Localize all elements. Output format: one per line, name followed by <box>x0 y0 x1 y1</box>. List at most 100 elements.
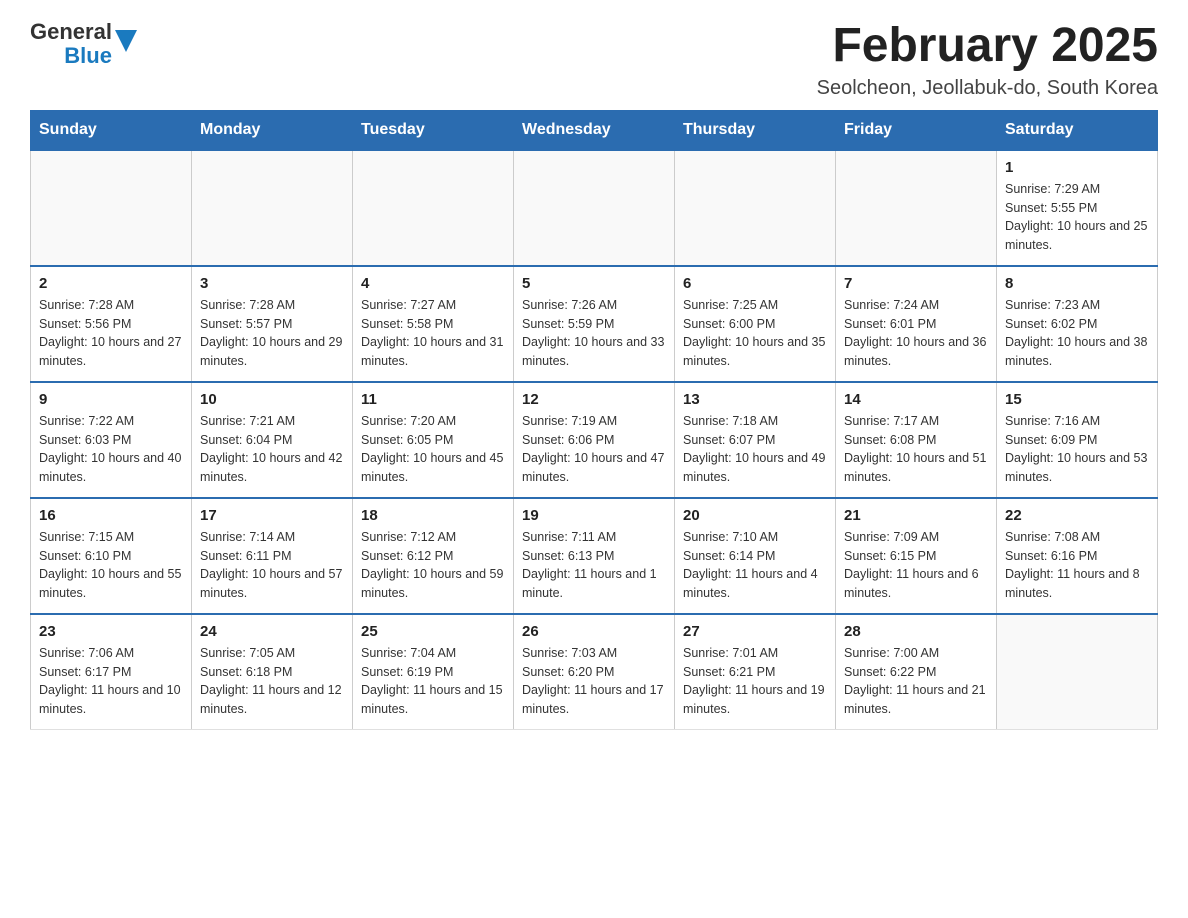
calendar-cell: 17 Sunrise: 7:14 AMSunset: 6:11 PMDayligh… <box>192 498 353 614</box>
calendar-cell: 7Sunrise: 7:24 AMSunset: 6:01 PMDaylight… <box>836 266 997 382</box>
col-header-saturday: Saturday <box>997 110 1158 150</box>
day-number: 8 <box>1005 275 1149 292</box>
calendar-cell: 26 Sunrise: 7:03 AMSunset: 6:20 PMDayligh… <box>514 614 675 730</box>
day-info: Sunrise: 7:26 AMSunset: 5:59 PMDaylight:… <box>522 296 666 371</box>
location-subtitle: Seolcheon, Jeollabuk-do, South Korea <box>817 77 1158 100</box>
day-number: 1 <box>1005 159 1149 176</box>
logo-general-text: General <box>30 20 112 44</box>
day-number: 4 <box>361 275 505 292</box>
calendar-cell <box>192 150 353 266</box>
day-number: 26 <box>522 623 666 640</box>
day-number: 25 <box>361 623 505 640</box>
calendar-cell: 4 Sunrise: 7:27 AMSunset: 5:58 PMDaylight… <box>353 266 514 382</box>
day-number: 24 <box>200 623 344 640</box>
calendar-cell: 19 Sunrise: 7:11 AMSunset: 6:13 PMDayligh… <box>514 498 675 614</box>
day-info: Sunrise: 7:28 AMSunset: 5:57 PMDaylight:… <box>200 296 344 371</box>
calendar-cell <box>31 150 192 266</box>
day-info: Sunrise: 7:17 AMSunset: 6:08 PMDaylight:… <box>844 412 988 487</box>
day-info: Sunrise: 7:15 AMSunset: 6:10 PMDaylight:… <box>39 528 183 603</box>
day-info: Sunrise: 7:03 AMSunset: 6:20 PMDaylight:… <box>522 644 666 719</box>
calendar-cell <box>836 150 997 266</box>
day-number: 18 <box>361 507 505 524</box>
calendar-cell: 2 Sunrise: 7:28 AMSunset: 5:56 PMDaylight… <box>31 266 192 382</box>
calendar-cell: 22 Sunrise: 7:08 AMSunset: 6:16 PMDayligh… <box>997 498 1158 614</box>
calendar-week-row: 2 Sunrise: 7:28 AMSunset: 5:56 PMDaylight… <box>31 266 1158 382</box>
day-info: Sunrise: 7:22 AMSunset: 6:03 PMDaylight:… <box>39 412 183 487</box>
day-info: Sunrise: 7:28 AMSunset: 5:56 PMDaylight:… <box>39 296 183 371</box>
calendar-cell: 28Sunrise: 7:00 AMSunset: 6:22 PMDayligh… <box>836 614 997 730</box>
day-number: 5 <box>522 275 666 292</box>
month-title: February 2025 <box>817 20 1158 73</box>
day-number: 23 <box>39 623 183 640</box>
day-number: 2 <box>39 275 183 292</box>
calendar-cell: 3 Sunrise: 7:28 AMSunset: 5:57 PMDaylight… <box>192 266 353 382</box>
day-info: Sunrise: 7:05 AMSunset: 6:18 PMDaylight:… <box>200 644 344 719</box>
day-info: Sunrise: 7:29 AMSunset: 5:55 PMDaylight:… <box>1005 180 1149 255</box>
day-number: 27 <box>683 623 827 640</box>
day-number: 14 <box>844 391 988 408</box>
calendar-week-row: 9 Sunrise: 7:22 AMSunset: 6:03 PMDaylight… <box>31 382 1158 498</box>
calendar-cell: 11 Sunrise: 7:20 AMSunset: 6:05 PMDayligh… <box>353 382 514 498</box>
day-info: Sunrise: 7:08 AMSunset: 6:16 PMDaylight:… <box>1005 528 1149 603</box>
col-header-monday: Monday <box>192 110 353 150</box>
day-number: 17 <box>200 507 344 524</box>
day-info: Sunrise: 7:20 AMSunset: 6:05 PMDaylight:… <box>361 412 505 487</box>
calendar-cell: 25 Sunrise: 7:04 AMSunset: 6:19 PMDayligh… <box>353 614 514 730</box>
day-number: 3 <box>200 275 344 292</box>
col-header-friday: Friday <box>836 110 997 150</box>
day-number: 21 <box>844 507 988 524</box>
logo-blue-text: Blue <box>64 44 112 68</box>
calendar-header-row: SundayMondayTuesdayWednesdayThursdayFrid… <box>31 110 1158 150</box>
day-number: 22 <box>1005 507 1149 524</box>
calendar-cell <box>514 150 675 266</box>
day-info: Sunrise: 7:21 AMSunset: 6:04 PMDaylight:… <box>200 412 344 487</box>
title-block: February 2025 Seolcheon, Jeollabuk-do, S… <box>817 20 1158 100</box>
calendar-cell: 10 Sunrise: 7:21 AMSunset: 6:04 PMDayligh… <box>192 382 353 498</box>
logo-triangle-icon <box>115 30 137 57</box>
day-number: 19 <box>522 507 666 524</box>
calendar-cell: 21Sunrise: 7:09 AMSunset: 6:15 PMDayligh… <box>836 498 997 614</box>
day-info: Sunrise: 7:16 AMSunset: 6:09 PMDaylight:… <box>1005 412 1149 487</box>
day-number: 11 <box>361 391 505 408</box>
day-info: Sunrise: 7:23 AMSunset: 6:02 PMDaylight:… <box>1005 296 1149 371</box>
day-info: Sunrise: 7:27 AMSunset: 5:58 PMDaylight:… <box>361 296 505 371</box>
col-header-wednesday: Wednesday <box>514 110 675 150</box>
page-header: General Blue February 2025 Seolcheon, Je… <box>30 20 1158 100</box>
col-header-sunday: Sunday <box>31 110 192 150</box>
calendar-cell: 5 Sunrise: 7:26 AMSunset: 5:59 PMDaylight… <box>514 266 675 382</box>
day-number: 10 <box>200 391 344 408</box>
day-info: Sunrise: 7:25 AMSunset: 6:00 PMDaylight:… <box>683 296 827 371</box>
day-number: 13 <box>683 391 827 408</box>
calendar-week-row: 16 Sunrise: 7:15 AMSunset: 6:10 PMDayligh… <box>31 498 1158 614</box>
day-info: Sunrise: 7:01 AMSunset: 6:21 PMDaylight:… <box>683 644 827 719</box>
logo: General Blue <box>30 20 137 68</box>
day-number: 20 <box>683 507 827 524</box>
calendar-cell: 13 Sunrise: 7:18 AMSunset: 6:07 PMDayligh… <box>675 382 836 498</box>
day-number: 6 <box>683 275 827 292</box>
day-info: Sunrise: 7:04 AMSunset: 6:19 PMDaylight:… <box>361 644 505 719</box>
col-header-thursday: Thursday <box>675 110 836 150</box>
calendar-cell: 15Sunrise: 7:16 AMSunset: 6:09 PMDayligh… <box>997 382 1158 498</box>
calendar-cell: 12Sunrise: 7:19 AMSunset: 6:06 PMDayligh… <box>514 382 675 498</box>
day-info: Sunrise: 7:00 AMSunset: 6:22 PMDaylight:… <box>844 644 988 719</box>
day-info: Sunrise: 7:12 AMSunset: 6:12 PMDaylight:… <box>361 528 505 603</box>
calendar-cell: 23 Sunrise: 7:06 AMSunset: 6:17 PMDayligh… <box>31 614 192 730</box>
calendar-cell: 8 Sunrise: 7:23 AMSunset: 6:02 PMDaylight… <box>997 266 1158 382</box>
day-number: 9 <box>39 391 183 408</box>
calendar-cell <box>675 150 836 266</box>
calendar-cell: 14 Sunrise: 7:17 AMSunset: 6:08 PMDayligh… <box>836 382 997 498</box>
calendar-cell: 27 Sunrise: 7:01 AMSunset: 6:21 PMDayligh… <box>675 614 836 730</box>
day-info: Sunrise: 7:10 AMSunset: 6:14 PMDaylight:… <box>683 528 827 603</box>
col-header-tuesday: Tuesday <box>353 110 514 150</box>
day-info: Sunrise: 7:06 AMSunset: 6:17 PMDaylight:… <box>39 644 183 719</box>
day-info: Sunrise: 7:14 AMSunset: 6:11 PMDaylight:… <box>200 528 344 603</box>
calendar-cell: 16 Sunrise: 7:15 AMSunset: 6:10 PMDayligh… <box>31 498 192 614</box>
day-info: Sunrise: 7:18 AMSunset: 6:07 PMDaylight:… <box>683 412 827 487</box>
calendar-cell: 9 Sunrise: 7:22 AMSunset: 6:03 PMDaylight… <box>31 382 192 498</box>
day-number: 7 <box>844 275 988 292</box>
calendar-table: SundayMondayTuesdayWednesdayThursdayFrid… <box>30 110 1158 730</box>
day-info: Sunrise: 7:11 AMSunset: 6:13 PMDaylight:… <box>522 528 666 603</box>
day-number: 16 <box>39 507 183 524</box>
calendar-week-row: 1 Sunrise: 7:29 AMSunset: 5:55 PMDaylight… <box>31 150 1158 266</box>
calendar-cell: 20 Sunrise: 7:10 AMSunset: 6:14 PMDayligh… <box>675 498 836 614</box>
